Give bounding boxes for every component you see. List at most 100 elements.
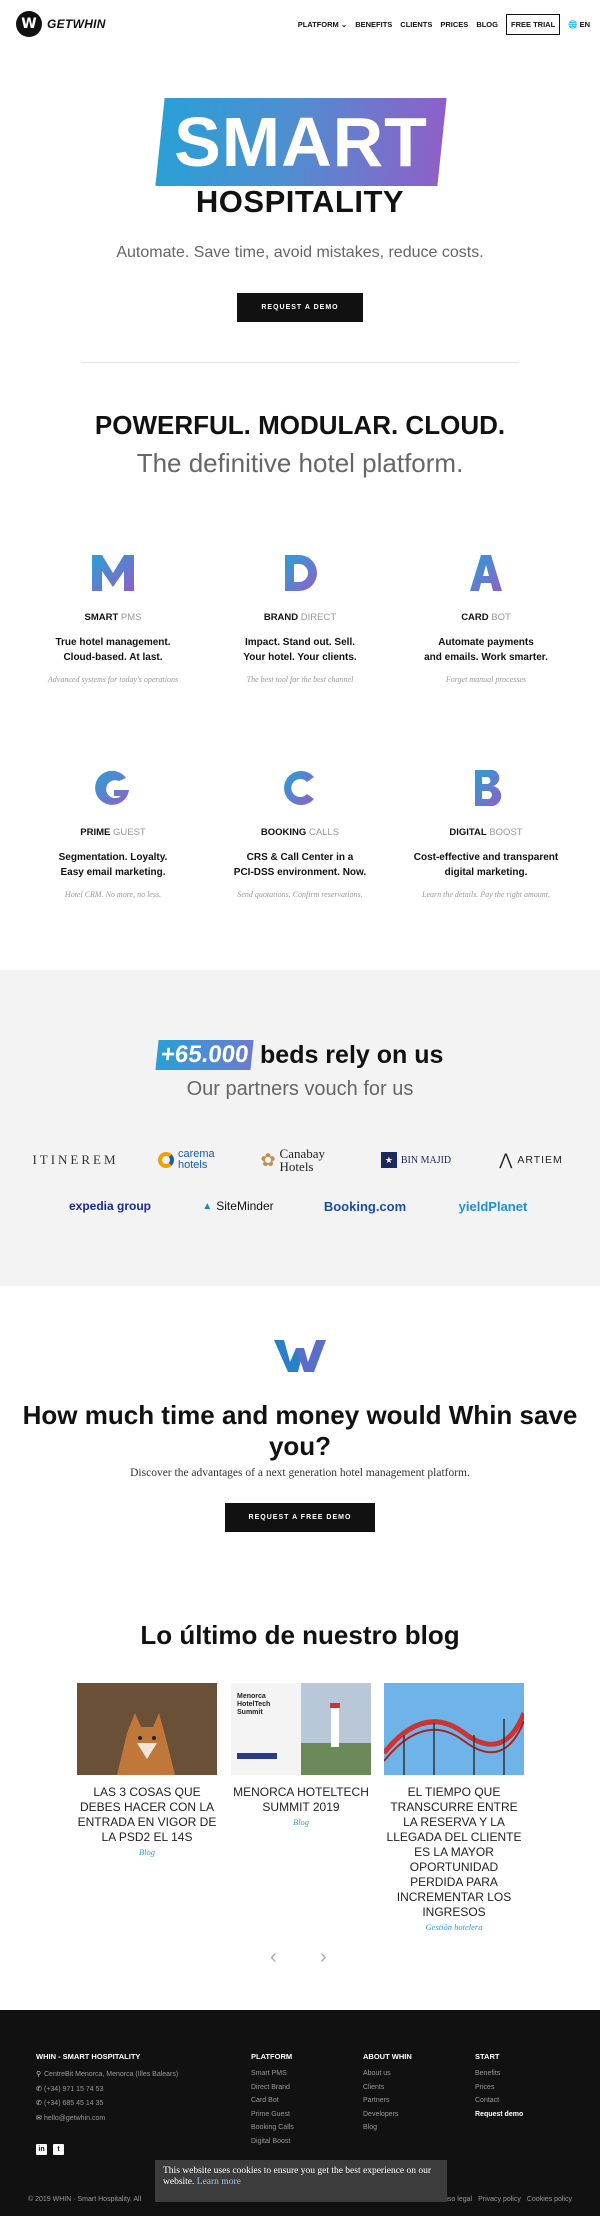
product-suffix: BOOST	[489, 827, 523, 838]
cta-title: How much time and money would Whin save …	[22, 1400, 578, 1461]
footer-link[interactable]: Booking Calls	[251, 2124, 294, 2131]
product-suffix: BOT	[491, 612, 511, 623]
partner-logo-yieldplanet: yieldPlanet	[448, 1196, 538, 1216]
carousel-next-icon[interactable]: ›	[320, 1946, 327, 1969]
logo[interactable]: W GETWHIN	[16, 11, 106, 37]
blog-post-category[interactable]: Blog	[231, 1817, 371, 1827]
blog-post-category[interactable]: Blog	[77, 1847, 217, 1857]
product-desc-line1: CRS & Call Center in a	[246, 852, 354, 863]
twitter-icon[interactable]: t	[53, 2144, 64, 2155]
product-name: BOOKING	[260, 827, 307, 838]
product-name: PRIME	[80, 827, 111, 838]
product-tagline: Hotel CRM. No more, no less.	[64, 890, 162, 899]
email-text: hello@getwhin.com	[44, 2114, 106, 2122]
main-nav: PLATFORM ⌄ BENEFITS CLIENTS PRICES BLOG …	[298, 14, 590, 35]
partner-logo-canabay: ✿ Canabay Hotels	[255, 1144, 347, 1176]
location-pin-icon: ⚲	[36, 2071, 42, 2078]
blog-post-title[interactable]: LAS 3 COSAS QUE DEBES HACER CON LA ENTRA…	[77, 1785, 217, 1845]
blog-post-title[interactable]: EL TIEMPO QUE TRANSCURRE ENTRE LA RESERV…	[384, 1785, 524, 1920]
footer-phone[interactable]: ✆ (+34) 971 15 74 53	[36, 2085, 178, 2093]
request-demo-button[interactable]: REQUEST A DEMO	[237, 293, 363, 322]
partner-name: Canabay Hotels	[279, 1146, 326, 1174]
partner-logo-binmajid: ★ BIN MAJID	[372, 1148, 460, 1172]
product-name: DIGITAL	[449, 827, 487, 838]
footer-link[interactable]: Blog	[363, 2124, 412, 2131]
footer-link[interactable]: Digital Boost	[251, 2138, 294, 2145]
summit-image-text: Menorca HotelTech Summit	[237, 1693, 271, 1716]
footer-start: START Benefits Prices Contact Request de…	[475, 2052, 523, 2124]
blog-post[interactable]: LAS 3 COSAS QUE DEBES HACER CON LA ENTRA…	[77, 1683, 217, 1857]
social-links: in t	[36, 2144, 64, 2155]
hero-title: HOSPITALITY	[195, 184, 405, 219]
footer-link[interactable]: Smart PMS	[251, 2070, 294, 2077]
footer-link[interactable]: About us	[363, 2070, 412, 2077]
product-suffix: GUEST	[113, 827, 146, 838]
nav-platform[interactable]: PLATFORM ⌄	[298, 20, 347, 29]
nav-benefits[interactable]: BENEFITS	[355, 20, 392, 29]
canabay-flower-icon: ✿	[260, 1149, 276, 1170]
product-suffix: PMS	[120, 612, 142, 623]
footer-link[interactable]: Direct Brand	[251, 2084, 294, 2091]
footer-platform: PLATFORM Smart PMS Direct Brand Card Bot…	[251, 2052, 294, 2151]
footer-link[interactable]: Card Bot	[251, 2097, 294, 2104]
cta-subtitle: Discover the advantages of a next genera…	[130, 1467, 470, 1479]
product-smart-pms[interactable]: SMART PMS True hotel management. Cloud-ba…	[23, 555, 203, 684]
blog-post[interactable]: Menorca HotelTech Summit MENORCA HOTELTE…	[231, 1683, 371, 1827]
footer-email[interactable]: ✉ hello@getwhin.com	[36, 2114, 178, 2122]
blog-post[interactable]: EL TIEMPO QUE TRANSCURRE ENTRE LA RESERV…	[384, 1683, 524, 1932]
module-m-icon	[92, 555, 134, 591]
footer-link[interactable]: Contact	[475, 2097, 523, 2104]
partner-name: Booking.com	[323, 1198, 407, 1214]
carousel-prev-icon[interactable]: ‹	[270, 1946, 277, 1969]
blog-post-category[interactable]: Gestión hotelera	[384, 1922, 524, 1932]
partner-name: yieldPlanet	[458, 1198, 528, 1214]
language-selector[interactable]: 🌐 EN	[568, 20, 590, 29]
legal-link[interactable]: Privacy policy	[478, 2196, 521, 2203]
product-name: BRAND	[263, 612, 299, 623]
blog-post-image[interactable]	[77, 1683, 217, 1775]
platform-title: POWERFUL. MODULAR. CLOUD.	[94, 410, 506, 440]
footer-link[interactable]: Benefits	[475, 2070, 523, 2077]
footer-link[interactable]: Prime Guest	[251, 2111, 294, 2118]
whin-logo-icon	[274, 1340, 326, 1372]
nav-blog[interactable]: BLOG	[476, 20, 498, 29]
phone-icon: ✆	[36, 2085, 42, 2093]
product-name: CARD	[461, 612, 489, 623]
mail-icon: ✉	[36, 2114, 42, 2122]
product-desc-line2: digital marketing.	[444, 867, 528, 878]
blog-title: Lo último de nuestro blog	[140, 1620, 460, 1650]
footer-link[interactable]: Developers	[363, 2111, 412, 2118]
free-trial-button[interactable]: FREE TRIAL	[505, 14, 561, 35]
footer-heading: PLATFORM	[251, 2052, 293, 2061]
nav-clients[interactable]: CLIENTS	[400, 20, 432, 29]
footer-phone[interactable]: ✆ (+34) 685 45 14 35	[36, 2099, 178, 2107]
footer-link[interactable]: Partners	[363, 2097, 412, 2104]
product-desc-line1: Impact. Stand out. Sell.	[244, 637, 355, 648]
linkedin-icon[interactable]: in	[36, 2144, 47, 2155]
footer-request-demo-link[interactable]: Request demo	[475, 2111, 523, 2118]
product-desc-line2: PCI-DSS environment. Now.	[233, 867, 367, 878]
footer-about: ABOUT WHIN About us Clients Partners Dev…	[363, 2052, 412, 2138]
phone-text: (+34) 685 45 14 35	[44, 2100, 104, 2107]
product-digital-boost[interactable]: DIGITAL BOOST Cost-effective and transpa…	[396, 769, 576, 899]
footer-link[interactable]: Prices	[475, 2084, 523, 2091]
product-card-bot[interactable]: CARD BOT Automate payments and emails. Wo…	[396, 555, 576, 684]
legal-links: Aviso legal Privacy policy Cookies polic…	[438, 2196, 572, 2203]
product-prime-guest[interactable]: PRIME GUEST Segmentation. Loyalty. Easy e…	[23, 770, 203, 899]
nav-prices[interactable]: PRICES	[440, 20, 468, 29]
blog-post-image[interactable]: Menorca HotelTech Summit	[231, 1683, 371, 1775]
blog-post-image[interactable]	[384, 1683, 524, 1775]
siteminder-icon: ▲	[202, 1200, 213, 1212]
beds-text: beds rely on us	[260, 1040, 444, 1069]
product-brand-direct[interactable]: BRAND DIRECT Impact. Stand out. Sell. You…	[210, 555, 390, 684]
cookie-learn-more-link[interactable]: Learn more	[197, 2177, 241, 2187]
blog-post-title[interactable]: MENORCA HOTELTECH SUMMIT 2019	[231, 1785, 371, 1815]
partner-name: ITINEREM	[32, 1152, 119, 1167]
product-booking-calls[interactable]: BOOKING CALLS CRS & Call Center in a PCI-…	[210, 770, 390, 899]
module-a-icon	[470, 555, 502, 591]
request-free-demo-button[interactable]: REQUEST A FREE DEMO	[225, 1503, 375, 1532]
footer-link[interactable]: Clients	[363, 2084, 412, 2091]
legal-link[interactable]: Cookies policy	[527, 2196, 572, 2203]
product-tagline: Forget manual processes	[445, 675, 527, 684]
product-desc-line1: Automate payments	[438, 637, 534, 648]
